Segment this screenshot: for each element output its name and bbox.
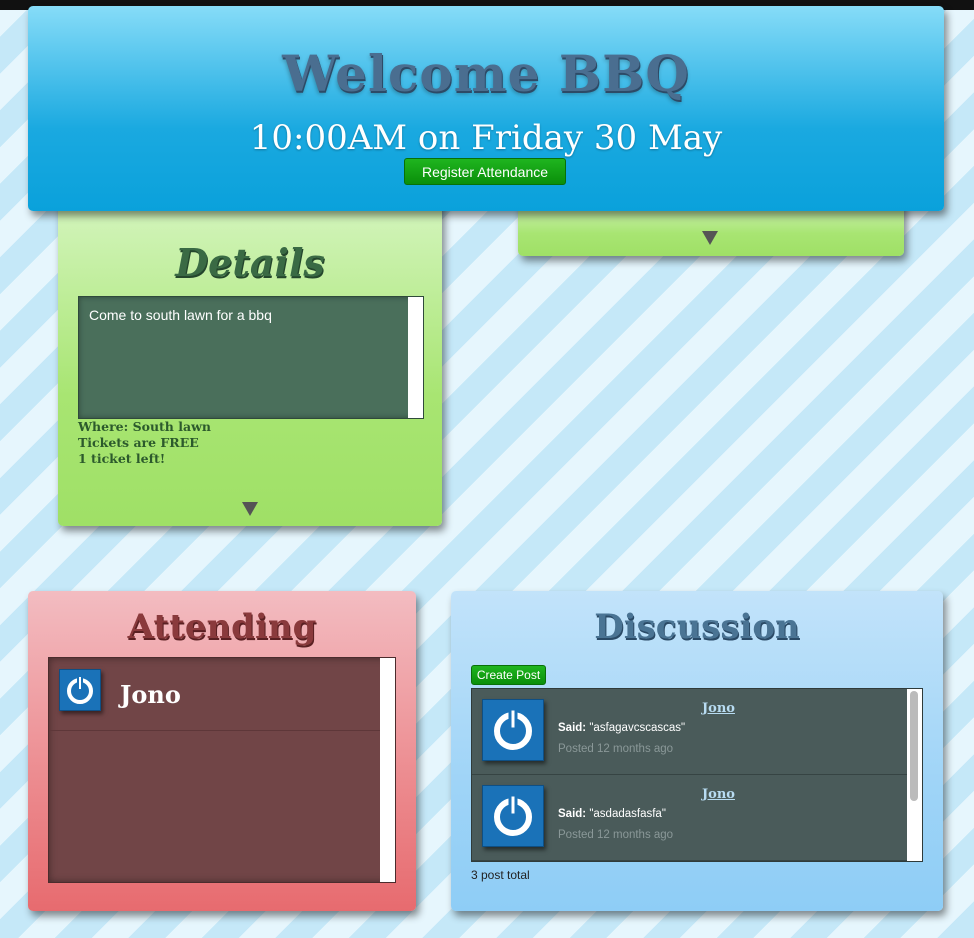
attendee-scrollbar[interactable] xyxy=(380,658,395,882)
description-box[interactable]: Come to south lawn for a bbq xyxy=(78,296,424,419)
expand-arrow-icon[interactable] xyxy=(702,231,718,245)
discussion-panel: Discussion Create Post Jono Said: "asfag… xyxy=(451,591,943,911)
power-icon xyxy=(482,785,544,847)
said-label: Said: xyxy=(558,722,587,734)
post-message-text: "asdadasfasfa" xyxy=(589,808,666,820)
power-icon xyxy=(482,699,544,761)
ticket-price-text: Tickets are FREE xyxy=(78,435,199,450)
attending-panel: Attending Jono xyxy=(28,591,416,911)
said-label: Said: xyxy=(558,808,587,820)
post-author-link[interactable]: Jono xyxy=(702,787,735,802)
scrollbar-thumb[interactable] xyxy=(910,691,918,801)
details-panel: Details Come to south lawn for a bbq Whe… xyxy=(58,200,442,526)
details-title: Details xyxy=(175,240,325,285)
location-text: Where: South lawn xyxy=(78,419,211,434)
description-scrollbar[interactable] xyxy=(408,297,423,418)
attendee-list: Jono xyxy=(48,657,396,883)
post-list: Jono Said: "asfagavcscascas" Posted 12 m… xyxy=(471,688,923,862)
event-info: Where: South lawn Tickets are FREE 1 tic… xyxy=(78,419,211,467)
attendee-row[interactable]: Jono xyxy=(49,658,380,731)
power-icon xyxy=(59,669,101,711)
tickets-left-text: 1 ticket left! xyxy=(78,451,166,466)
post-message-text: "asfagavcscascas" xyxy=(589,722,686,734)
post-message: Said: "asdadasfasfa" xyxy=(558,808,666,820)
attending-title: Attending xyxy=(127,607,317,647)
event-title: Welcome BBQ xyxy=(282,44,690,103)
create-post-button[interactable]: Create Post xyxy=(471,665,546,685)
post-item: Jono Said: "asfagavcscascas" Posted 12 m… xyxy=(472,689,907,775)
attendee-name: Jono xyxy=(120,680,181,709)
event-datetime: 10:00AM on Friday 30 May xyxy=(249,118,723,158)
post-timestamp: Posted 12 months ago xyxy=(558,743,674,755)
post-message: Said: "asfagavcscascas" xyxy=(558,722,685,734)
post-author-link[interactable]: Jono xyxy=(702,701,735,716)
description-text: Come to south lawn for a bbq xyxy=(89,307,272,323)
post-count: 3 post total xyxy=(471,868,530,882)
register-attendance-button[interactable]: Register Attendance xyxy=(404,158,566,185)
post-scrollbar[interactable] xyxy=(907,689,922,861)
event-header: Welcome BBQ 10:00AM on Friday 30 May Reg… xyxy=(28,6,944,211)
discussion-title: Discussion xyxy=(594,607,800,647)
post-item: Jono Said: "asdadasfasfa" Posted 12 mont… xyxy=(472,775,907,861)
post-timestamp: Posted 12 months ago xyxy=(558,829,674,841)
expand-arrow-icon[interactable] xyxy=(242,502,258,516)
